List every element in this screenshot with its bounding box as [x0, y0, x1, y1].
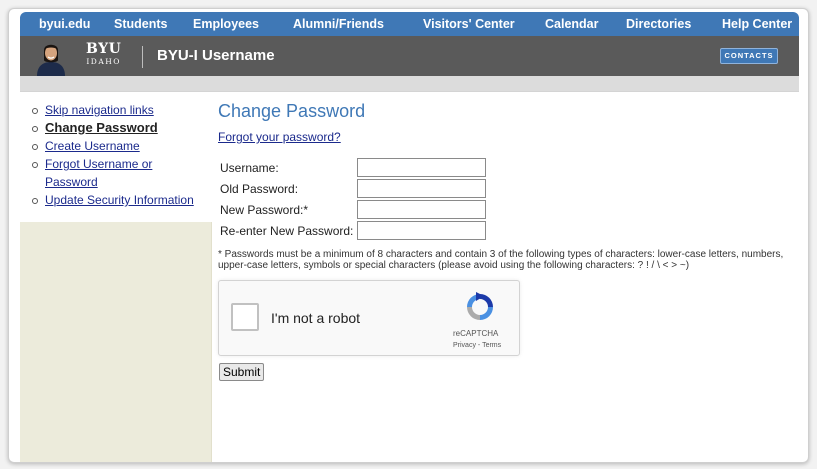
- recaptcha-checkbox-label: I'm not a robot: [271, 310, 361, 326]
- browser-page: byui.edu Students Employees Alumni/Frien…: [8, 8, 809, 463]
- banner-divider: [142, 46, 143, 68]
- submit-button[interactable]: Submit: [219, 363, 265, 381]
- username-input[interactable]: [357, 158, 486, 177]
- password-requirements-note: * Passwords must be a minimum of 8 chara…: [218, 249, 784, 271]
- sidebar-link-update-security[interactable]: Update Security Information: [45, 193, 194, 207]
- sidebar-item-change-password: Change Password: [20, 119, 212, 137]
- recaptcha-brand: reCAPTCHA: [453, 329, 499, 338]
- site-banner: BYU IDAHO BYU-I Username CONTACTS: [20, 36, 799, 76]
- reenter-password-input[interactable]: [357, 221, 486, 240]
- reenter-password-label: Re-enter New Password:: [220, 224, 354, 238]
- recaptcha-links: Privacy - Terms: [453, 342, 502, 349]
- nav-link-alumni-friends[interactable]: Alumni/Friends: [293, 17, 384, 31]
- new-password-input[interactable]: [357, 200, 486, 219]
- nav-link-byui[interactable]: byui.edu: [39, 17, 90, 31]
- forgot-password-link[interactable]: Forgot your password?: [218, 130, 798, 144]
- main-content: Change Password Forgot your password? Us…: [218, 101, 798, 381]
- new-password-label: New Password:*: [220, 203, 309, 217]
- recaptcha-widget: I'm not a robot reCAPTCHA Privacy - Term…: [218, 280, 520, 356]
- sidebar-link-create-username[interactable]: Create Username: [45, 139, 140, 153]
- recaptcha-checkbox[interactable]: [231, 303, 259, 331]
- nav-link-directories[interactable]: Directories: [626, 17, 691, 31]
- contacts-button[interactable]: CONTACTS: [720, 48, 778, 64]
- banner-bottom-strip: [20, 76, 799, 92]
- sidebar-link-forgot-username[interactable]: Forgot Username or Password: [45, 157, 152, 189]
- recaptcha-terms-link[interactable]: Terms: [482, 342, 501, 349]
- nav-link-calendar[interactable]: Calendar: [545, 17, 599, 31]
- sidebar-item-create-username: Create Username: [20, 137, 212, 155]
- student-photo: [27, 36, 75, 76]
- sidebar-link-change-password[interactable]: Change Password: [45, 120, 158, 135]
- old-password-label: Old Password:: [220, 182, 299, 196]
- sidebar-link-skip-navigation[interactable]: Skip navigation links: [45, 103, 154, 117]
- sidebar-nav: Skip navigation links Change Password Cr…: [20, 93, 212, 222]
- recaptcha-privacy-link[interactable]: Privacy: [453, 342, 476, 349]
- username-label: Username:: [220, 161, 279, 175]
- top-navigation: byui.edu Students Employees Alumni/Frien…: [20, 12, 799, 36]
- nav-link-visitors-center[interactable]: Visitors' Center: [423, 17, 515, 31]
- logo-line-byu: BYU: [86, 41, 122, 57]
- old-password-input[interactable]: [357, 179, 486, 198]
- nav-link-employees[interactable]: Employees: [193, 17, 259, 31]
- logo-line-idaho: IDAHO: [86, 57, 121, 66]
- page-title: Change Password: [218, 101, 366, 121]
- byu-idaho-logo[interactable]: BYU IDAHO: [86, 42, 121, 66]
- nav-link-students[interactable]: Students: [114, 17, 167, 31]
- sidebar-item-forgot-username: Forgot Username or Password: [20, 155, 160, 191]
- sidebar: Skip navigation links Change Password Cr…: [20, 93, 212, 462]
- sidebar-item-update-security: Update Security Information: [20, 191, 212, 209]
- nav-link-help-center[interactable]: Help Center: [722, 17, 792, 31]
- banner-title: BYU-I Username: [157, 47, 275, 64]
- sidebar-item-skip-navigation: Skip navigation links: [20, 101, 212, 119]
- recaptcha-logo-icon: [467, 292, 493, 320]
